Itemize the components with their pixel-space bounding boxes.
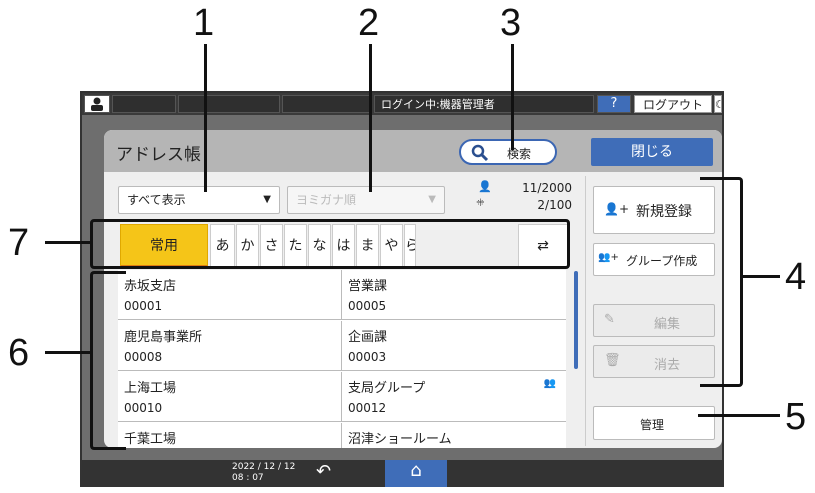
- list-item[interactable]: 千葉工場: [118, 423, 342, 448]
- login-status[interactable]: ログイン中:機器管理者: [374, 95, 594, 113]
- logout-button[interactable]: ログアウト: [634, 95, 712, 113]
- callout-line: [204, 44, 207, 192]
- search-button[interactable]: 検索: [459, 139, 557, 165]
- dropdown-arrow-icon: ▼: [428, 194, 436, 205]
- home-icon: ⌂: [410, 460, 422, 481]
- add-group-icon: 👥+: [598, 252, 619, 263]
- status-segment: [178, 95, 280, 113]
- group-count: 2/100: [537, 198, 572, 212]
- callout-line: [511, 44, 514, 150]
- callout-3: 3: [500, 2, 522, 44]
- datetime: 2022 / 12 / 12 08 : 07: [232, 462, 296, 483]
- list-item[interactable]: 鹿児島事業所 00008: [118, 321, 342, 371]
- search-icon: [471, 144, 489, 162]
- callout-bracket: [700, 177, 743, 387]
- callout-1: 1: [193, 2, 215, 44]
- group-count-icon: ꔰ: [476, 198, 485, 209]
- new-entry-button[interactable]: 👤+ 新規登録: [593, 186, 715, 234]
- list-item[interactable]: 支局グループ 00012 👥: [342, 372, 566, 422]
- sort-value: ヨミガナ順: [296, 193, 357, 207]
- callout-7: 7: [8, 222, 30, 264]
- callout-5: 5: [785, 396, 807, 438]
- moon-icon[interactable]: ☾: [714, 95, 725, 113]
- callout-line: [698, 414, 780, 417]
- address-list: 赤坂支店 00001 営業課 00005 鹿児島事業所 00008 企画課 00003 …: [118, 270, 566, 448]
- callout-line: [742, 275, 780, 278]
- close-button[interactable]: 閉じる: [591, 138, 713, 166]
- user-count-icon: 👤: [478, 180, 492, 193]
- callout-line: [45, 351, 90, 354]
- list-item[interactable]: 上海工場 00010: [118, 372, 342, 422]
- create-group-button[interactable]: 👥+ グループ作成: [593, 243, 715, 276]
- group-icon: 👥: [543, 378, 556, 389]
- status-segment: [282, 95, 372, 113]
- callout-bracket: [90, 271, 126, 450]
- trash-icon: 🗑: [604, 353, 621, 368]
- callout-2: 2: [358, 2, 380, 44]
- callout-bracket: [90, 219, 570, 269]
- add-user-icon: 👤+: [604, 202, 629, 216]
- display-filter-value: すべて表示: [127, 193, 186, 207]
- dialog-title: アドレス帳: [116, 145, 201, 165]
- dropdown-arrow-icon: ▼: [263, 194, 271, 205]
- edit-button: ✎ 編集: [593, 304, 715, 337]
- callout-line: [369, 44, 372, 192]
- top-bar: ログイン中:機器管理者 ? ログアウト ☾: [82, 93, 725, 115]
- back-icon[interactable]: ↶: [316, 461, 331, 482]
- user-count: 11/2000: [522, 181, 572, 195]
- display-filter-select[interactable]: すべて表示 ▼: [118, 186, 280, 214]
- list-item[interactable]: 赤坂支店 00001: [118, 270, 342, 320]
- sort-select: ヨミガナ順 ▼: [287, 186, 445, 214]
- list-item[interactable]: 企画課 00003: [342, 321, 566, 371]
- divider: [585, 176, 586, 446]
- status-segment: [112, 95, 176, 113]
- delete-button: 🗑 消去: [593, 345, 715, 378]
- status-bar: 2022 / 12 / 12 08 : 07 ↶ ⌂: [80, 460, 724, 487]
- pencil-icon: ✎: [604, 312, 615, 327]
- user-icon[interactable]: [84, 95, 110, 113]
- callout-6: 6: [8, 332, 30, 374]
- manage-button[interactable]: 管理: [593, 406, 715, 440]
- callout-line: [45, 241, 90, 244]
- list-item[interactable]: 沼津ショールーム: [342, 423, 566, 448]
- help-button[interactable]: ?: [597, 95, 631, 113]
- scrollbar[interactable]: [574, 271, 578, 369]
- list-item[interactable]: 営業課 00005: [342, 270, 566, 320]
- home-button[interactable]: ⌂: [385, 460, 447, 487]
- callout-4: 4: [785, 256, 807, 298]
